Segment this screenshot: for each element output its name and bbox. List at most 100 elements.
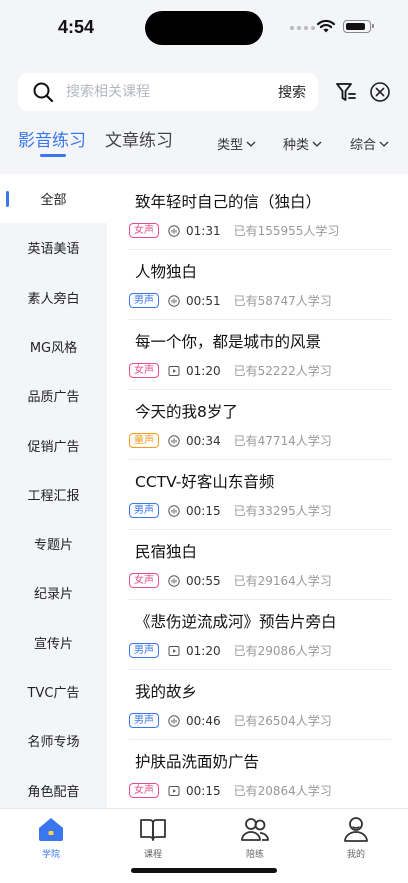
nav-tab-coaching[interactable]: 陪练	[220, 814, 290, 860]
course-meta: 男声 00:51 已有58747人学习	[129, 292, 332, 309]
home-icon	[39, 818, 63, 841]
course-meta: 女声 01:31 已有155955人学习	[129, 222, 339, 239]
learner-count: 已有47714人学习	[233, 434, 332, 448]
course-item[interactable]: 《悲伤逆流成河》预告片旁白 男声 01:20 已有29086人学习	[129, 600, 391, 670]
voice-tag: 女声	[129, 223, 159, 238]
video-icon	[168, 785, 180, 796]
video-icon	[168, 645, 180, 656]
search-input[interactable]	[66, 73, 266, 111]
audio-icon	[168, 714, 180, 727]
course-item[interactable]: 致年轻时自己的信（独白） 女声 01:31 已有155955人学习	[129, 180, 391, 250]
sidebar-item-english[interactable]: 英语美语	[0, 223, 107, 272]
voice-tag: 女声	[129, 783, 159, 798]
sidebar-item-mg-style[interactable]: MG风格	[0, 322, 107, 371]
sidebar-item-master-class[interactable]: 名师专场	[0, 716, 107, 765]
nav-tab-profile[interactable]: 我的	[321, 814, 391, 860]
close-icon[interactable]	[369, 81, 391, 103]
course-item[interactable]: 我的故乡 男声 00:46 已有26504人学习	[129, 670, 391, 740]
learner-count: 已有29164人学习	[233, 574, 332, 588]
active-tab-indicator	[40, 154, 66, 157]
sidebar-item-tvc-ads[interactable]: TVC广告	[0, 667, 107, 716]
sidebar-item-engineering-report[interactable]: 工程汇报	[0, 470, 107, 519]
course-duration: 00:51	[186, 293, 221, 308]
profile-icon	[344, 817, 368, 842]
course-duration: 01:31	[186, 223, 221, 238]
battery-icon	[343, 20, 374, 33]
course-meta: 女声 00:15 已有20864人学习	[129, 782, 332, 799]
voice-tag: 童声	[129, 433, 159, 448]
learner-count: 已有58747人学习	[233, 294, 332, 308]
audio-icon	[168, 504, 180, 517]
nav-tab-courses[interactable]: 课程	[118, 814, 188, 860]
sidebar-item-amateur-narration[interactable]: 素人旁白	[0, 273, 107, 322]
filter-sort-label: 综合	[350, 138, 377, 153]
book-icon	[140, 819, 166, 841]
status-time: 4:54	[58, 17, 95, 37]
nav-tab-academy[interactable]: 学院	[16, 814, 86, 860]
course-item[interactable]: 每一个你，都是城市的风景 女声 01:20 已有52222人学习	[129, 320, 391, 390]
chevron-down-icon	[379, 141, 389, 147]
sidebar-item-quality-ads[interactable]: 品质广告	[0, 371, 107, 420]
course-meta: 女声 00:55 已有29164人学习	[129, 572, 332, 589]
nav-label: 学院	[41, 850, 60, 860]
search-button[interactable]: 搜索	[278, 82, 306, 102]
course-title: 致年轻时自己的信（独白）	[135, 193, 322, 211]
course-duration: 00:34	[186, 433, 221, 448]
chevron-down-icon	[246, 141, 256, 147]
course-list: 致年轻时自己的信（独白） 女声 01:31 已有155955人学习 人物独白 男…	[107, 174, 408, 808]
filter-kind-label: 种类	[283, 138, 310, 153]
filter-sort-dropdown[interactable]: 综合	[350, 134, 389, 153]
video-icon	[168, 365, 180, 376]
learner-count: 已有155955人学习	[233, 224, 340, 238]
course-duration: 00:15	[186, 503, 221, 518]
learner-count: 已有26504人学习	[233, 714, 332, 728]
search-bar: 搜索	[18, 73, 318, 111]
learner-count: 已有52222人学习	[233, 364, 332, 378]
course-title: 民宿独白	[135, 543, 198, 561]
filter-type-label: 类型	[217, 138, 244, 153]
course-item[interactable]: 人物独白 男声 00:51 已有58747人学习	[129, 250, 391, 320]
sidebar-item-promo-ads[interactable]: 促销广告	[0, 421, 107, 470]
search-icon	[33, 82, 54, 103]
signal-icon	[290, 26, 315, 30]
filter-kind-dropdown[interactable]: 种类	[283, 134, 322, 153]
nav-label: 课程	[143, 850, 162, 860]
learner-count: 已有29086人学习	[233, 644, 332, 658]
audio-icon	[168, 574, 180, 587]
course-meta: 童声 00:34 已有47714人学习	[129, 432, 332, 449]
nav-label: 我的	[346, 850, 365, 860]
course-title: 护肤品洗面奶广告	[135, 753, 260, 771]
status-bar: 4:54	[0, 0, 408, 56]
category-sidebar: 全部 英语美语 素人旁白 MG风格 品质广告 促销广告 工程汇报 专题片 纪录片…	[0, 174, 107, 808]
course-item[interactable]: 今天的我8岁了 童声 00:34 已有47714人学习	[129, 390, 391, 460]
course-title: 人物独白	[135, 263, 198, 281]
course-duration: 01:20	[186, 363, 221, 378]
sidebar-item-feature-film[interactable]: 专题片	[0, 519, 107, 568]
audio-icon	[168, 434, 180, 447]
voice-tag: 男声	[129, 503, 159, 518]
sidebar-item-promo-film[interactable]: 宣传片	[0, 618, 107, 667]
chevron-down-icon	[312, 141, 322, 147]
course-duration: 01:20	[186, 643, 221, 658]
course-title: 我的故乡	[135, 683, 198, 701]
tab-audio-practice[interactable]: 影音练习	[18, 126, 86, 151]
course-item[interactable]: 民宿独白 女声 00:55 已有29164人学习	[129, 530, 391, 600]
learner-count: 已有20864人学习	[233, 784, 332, 798]
course-meta: 男声 00:15 已有33295人学习	[129, 502, 332, 519]
course-item[interactable]: 护肤品洗面奶广告 女声 00:15 已有20864人学习	[129, 740, 391, 808]
tab-article-practice[interactable]: 文章练习	[105, 126, 173, 151]
sidebar-item-all[interactable]: 全部	[0, 174, 107, 223]
sidebar-item-documentary[interactable]: 纪录片	[0, 568, 107, 617]
home-indicator	[131, 868, 277, 873]
partner-icon	[241, 818, 269, 841]
filter-icon[interactable]	[335, 81, 357, 103]
voice-tag: 男声	[129, 713, 159, 728]
wifi-icon	[317, 19, 335, 33]
course-title: 今天的我8岁了	[135, 403, 238, 421]
course-title: 《悲伤逆流成河》预告片旁白	[135, 613, 337, 631]
learner-count: 已有33295人学习	[233, 504, 332, 518]
filter-type-dropdown[interactable]: 类型	[217, 134, 256, 153]
course-title: 每一个你，都是城市的风景	[135, 333, 322, 351]
course-meta: 男声 01:20 已有29086人学习	[129, 642, 332, 659]
course-item[interactable]: CCTV-好客山东音频 男声 00:15 已有33295人学习	[129, 460, 391, 530]
